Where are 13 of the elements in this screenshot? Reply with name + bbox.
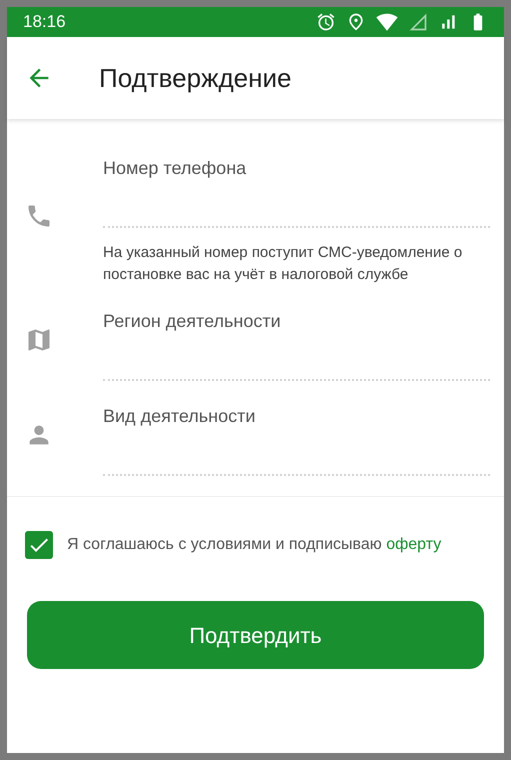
confirm-button[interactable]: Подтвердить xyxy=(27,601,484,669)
field-label: Номер телефона xyxy=(103,157,248,180)
field-label: Вид деятельности xyxy=(103,405,256,428)
field-label: Регион деятельности xyxy=(103,310,282,333)
offer-link[interactable]: оферту xyxy=(386,536,442,553)
status-time: 18:16 xyxy=(23,11,66,34)
alarm-icon xyxy=(316,12,336,32)
agree-checkbox[interactable] xyxy=(25,531,53,559)
field-hint: На указанный номер поступит СМС-уведомление о постановке вас на учёт в налоговой службе xyxy=(103,243,464,285)
agreement-text: Я соглашаюсь с условиями и подписываю оферту xyxy=(67,535,442,555)
signal-icon xyxy=(408,12,428,32)
wifi-icon xyxy=(376,11,398,33)
page-title: Подтверждение xyxy=(99,62,292,94)
